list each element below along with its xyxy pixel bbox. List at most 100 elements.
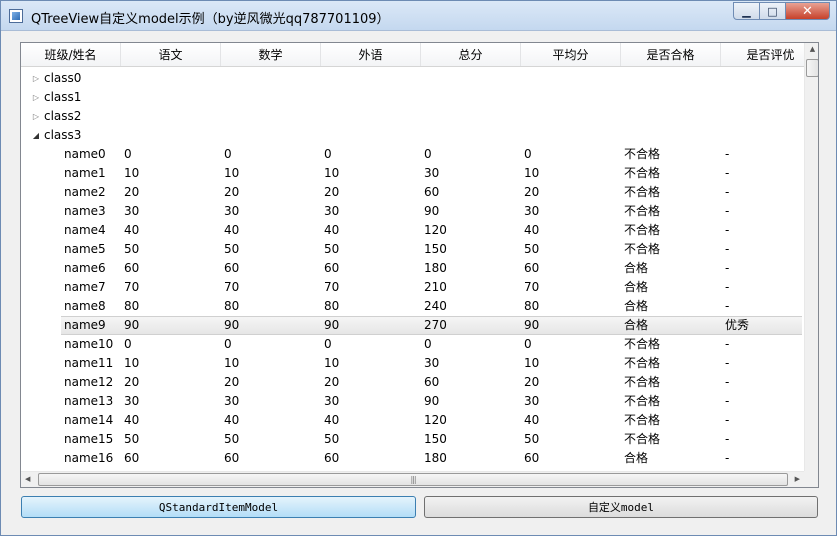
close-button[interactable]: ✕ bbox=[786, 2, 830, 20]
student-cell: 20 bbox=[124, 375, 140, 389]
header-qualified[interactable]: 是否合格 bbox=[621, 43, 721, 66]
student-cell: - bbox=[725, 375, 730, 389]
tree-student-row[interactable]: name16 60 60 60 180 60 合格 - bbox=[21, 449, 802, 468]
student-cell: 10 bbox=[224, 356, 240, 370]
header-math[interactable]: 数学 bbox=[221, 43, 321, 66]
expanded-arrow-icon[interactable]: ◢ bbox=[30, 126, 42, 145]
student-cell: 50 bbox=[124, 242, 140, 256]
student-cell: 40 bbox=[324, 223, 340, 237]
student-cell: 不合格 bbox=[624, 223, 661, 237]
student-cell: 优秀 bbox=[725, 318, 750, 332]
student-cell: name12 bbox=[64, 375, 114, 389]
student-cell: 60 bbox=[124, 451, 140, 465]
student-cell: 50 bbox=[524, 432, 540, 446]
header-class-name[interactable]: 班级/姓名 bbox=[21, 43, 121, 66]
tree-student-row[interactable]: name0 0 0 0 0 0 不合格 - bbox=[21, 145, 802, 164]
student-cell: 0 bbox=[524, 147, 532, 161]
student-cell: 50 bbox=[224, 432, 240, 446]
maximize-button[interactable]: □ bbox=[760, 2, 786, 20]
collapsed-arrow-icon[interactable]: ▷ bbox=[30, 88, 42, 107]
student-cell: name15 bbox=[64, 432, 114, 446]
vertical-scroll-thumb[interactable] bbox=[806, 59, 818, 77]
horizontal-scroll-thumb[interactable]: ||| bbox=[38, 473, 788, 486]
tree-class-row[interactable]: ▷ class0 bbox=[21, 69, 802, 88]
student-cell: 70 bbox=[124, 280, 140, 294]
title-bar[interactable]: QTreeView自定义model示例（by逆风微光qq787701109） ▁… bbox=[1, 1, 836, 31]
tree-view[interactable]: 班级/姓名 语文 数学 外语 总分 平均分 是否合格 是否评优 ▷ class0 ▷… bbox=[20, 42, 819, 488]
header-total[interactable]: 总分 bbox=[421, 43, 521, 66]
student-cell: 30 bbox=[224, 394, 240, 408]
tree-class-row[interactable]: ▷ class2 bbox=[21, 107, 802, 126]
custom-model-button[interactable]: 自定义model bbox=[424, 496, 818, 518]
header-foreign-language[interactable]: 外语 bbox=[321, 43, 421, 66]
student-cell: 不合格 bbox=[624, 432, 661, 446]
standard-item-model-button[interactable]: QStandardItemModel bbox=[21, 496, 416, 518]
student-cell: 20 bbox=[224, 185, 240, 199]
minimize-button[interactable]: ▁ bbox=[733, 2, 760, 20]
header-excellent[interactable]: 是否评优 bbox=[721, 43, 805, 66]
student-cell: 40 bbox=[124, 413, 140, 427]
main-window: QTreeView自定义model示例（by逆风微光qq787701109） ▁… bbox=[0, 0, 837, 536]
scroll-right-icon[interactable]: ▶ bbox=[795, 475, 800, 483]
student-cell: name9 bbox=[64, 318, 106, 332]
student-cell: name11 bbox=[64, 356, 114, 370]
tree-class-row[interactable]: ▷ class1 bbox=[21, 88, 802, 107]
student-cell: 0 bbox=[424, 337, 432, 351]
tree-student-row[interactable]: name11 10 10 10 30 10 不合格 - bbox=[21, 354, 802, 373]
student-cell: 40 bbox=[524, 223, 540, 237]
student-cell: 不合格 bbox=[624, 185, 661, 199]
student-cell: - bbox=[725, 166, 730, 180]
student-cell: 70 bbox=[324, 280, 340, 294]
student-cell: 40 bbox=[324, 413, 340, 427]
student-cell: 不合格 bbox=[624, 356, 661, 370]
scroll-up-icon[interactable]: ▲ bbox=[805, 45, 818, 53]
student-cell: - bbox=[725, 356, 730, 370]
student-cell: 50 bbox=[524, 242, 540, 256]
student-cell: name2 bbox=[64, 185, 106, 199]
student-cell: - bbox=[725, 299, 730, 313]
collapsed-arrow-icon[interactable]: ▷ bbox=[30, 69, 42, 88]
student-cell: 合格 bbox=[624, 280, 649, 294]
student-cell: name14 bbox=[64, 413, 114, 427]
tree-student-row[interactable]: name8 80 80 80 240 80 合格 - bbox=[21, 297, 802, 316]
student-cell: 10 bbox=[124, 356, 140, 370]
student-cell: 0 bbox=[324, 337, 332, 351]
student-cell: 20 bbox=[124, 185, 140, 199]
student-cell: 合格 bbox=[624, 299, 649, 313]
student-cell: - bbox=[725, 337, 730, 351]
student-cell: 30 bbox=[124, 394, 140, 408]
horizontal-scrollbar[interactable]: ◀ ||| ▶ bbox=[21, 471, 804, 487]
student-cell: 50 bbox=[124, 432, 140, 446]
tree-student-row[interactable]: name9 90 90 90 270 90 合格 优秀 bbox=[61, 316, 802, 335]
tree-class-row[interactable]: ◢ class3 bbox=[21, 126, 802, 145]
student-cell: 40 bbox=[524, 413, 540, 427]
tree-student-row[interactable]: name1 10 10 10 30 10 不合格 - bbox=[21, 164, 802, 183]
student-cell: name10 bbox=[64, 337, 114, 351]
header-chinese[interactable]: 语文 bbox=[121, 43, 221, 66]
tree-student-row[interactable]: name4 40 40 40 120 40 不合格 - bbox=[21, 221, 802, 240]
student-cell: 20 bbox=[224, 375, 240, 389]
tree-student-row[interactable]: name3 30 30 30 90 30 不合格 - bbox=[21, 202, 802, 221]
tree-student-row[interactable]: name14 40 40 40 120 40 不合格 - bbox=[21, 411, 802, 430]
student-cell: 不合格 bbox=[624, 242, 661, 256]
student-cell: - bbox=[725, 261, 730, 275]
class-label: class0 bbox=[44, 71, 82, 85]
collapsed-arrow-icon[interactable]: ▷ bbox=[30, 107, 42, 126]
tree-student-row[interactable]: name10 0 0 0 0 0 不合格 - bbox=[21, 335, 802, 354]
tree-student-row[interactable]: name12 20 20 20 60 20 不合格 - bbox=[21, 373, 802, 392]
student-cell: 不合格 bbox=[624, 337, 661, 351]
scroll-left-icon[interactable]: ◀ bbox=[25, 475, 30, 483]
tree-student-row[interactable]: name13 30 30 30 90 30 不合格 - bbox=[21, 392, 802, 411]
tree-student-row[interactable]: name6 60 60 60 180 60 合格 - bbox=[21, 259, 802, 278]
tree-student-row[interactable]: name15 50 50 50 150 50 不合格 - bbox=[21, 430, 802, 449]
student-cell: 30 bbox=[124, 204, 140, 218]
student-cell: 40 bbox=[224, 413, 240, 427]
header-average[interactable]: 平均分 bbox=[521, 43, 621, 66]
tree-student-row[interactable]: name7 70 70 70 210 70 合格 - bbox=[21, 278, 802, 297]
student-cell: 不合格 bbox=[624, 204, 661, 218]
student-cell: name16 bbox=[64, 451, 114, 465]
student-cell: 180 bbox=[424, 451, 447, 465]
vertical-scrollbar[interactable]: ▲ bbox=[804, 43, 818, 471]
tree-student-row[interactable]: name5 50 50 50 150 50 不合格 - bbox=[21, 240, 802, 259]
tree-student-row[interactable]: name2 20 20 20 60 20 不合格 - bbox=[21, 183, 802, 202]
